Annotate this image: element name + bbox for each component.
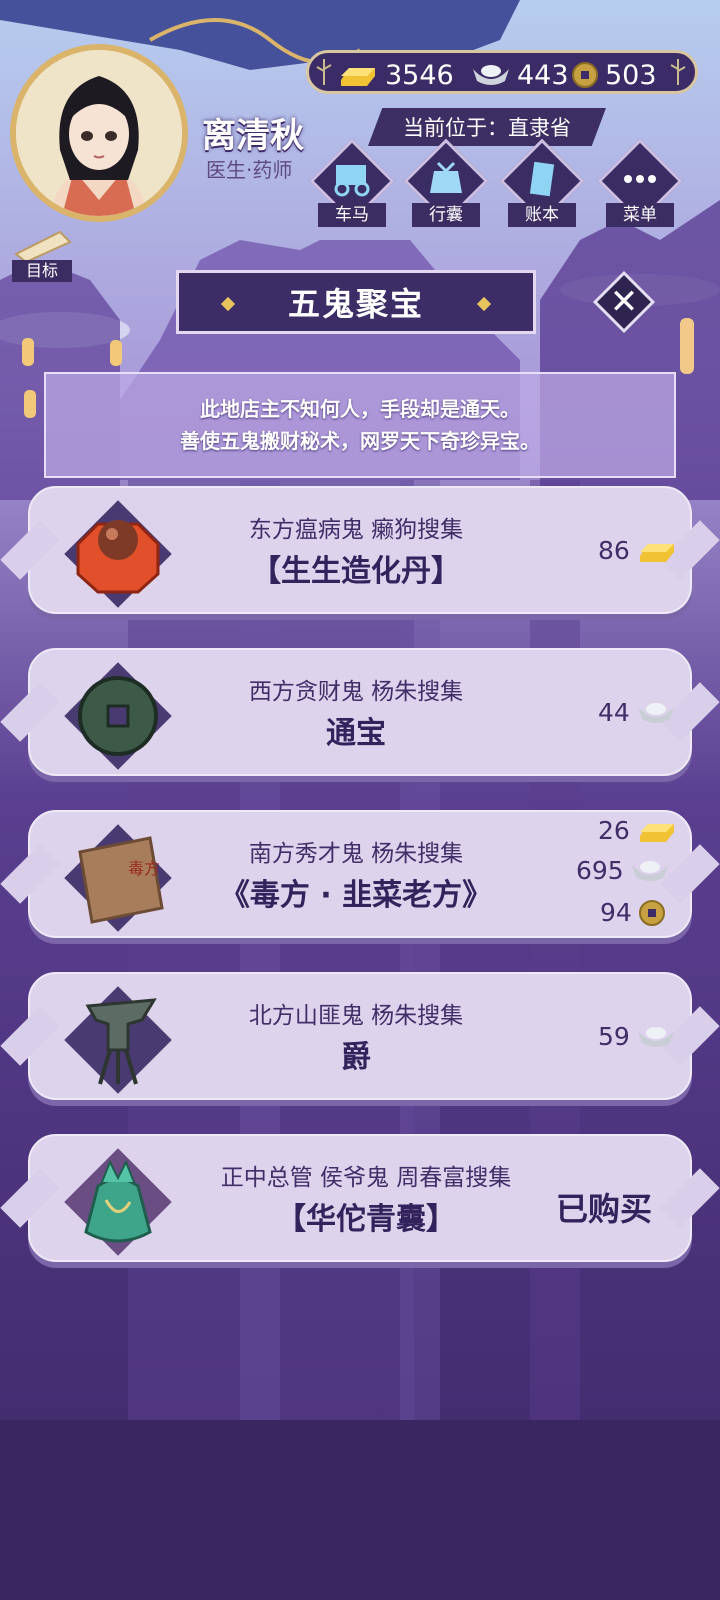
silver-ingot-icon — [637, 702, 674, 723]
price-amount: 86 — [598, 536, 630, 565]
shop-item[interactable]: 北方山匪鬼 杨朱搜集 爵 59 — [0, 972, 720, 1100]
gold-ingot-icon — [341, 68, 375, 86]
shop-item[interactable]: 毒方 南方秀才鬼 杨朱搜集 《毒方 · 韭菜老方》 26 695 94 — [0, 810, 720, 938]
gold-amount: 3546 — [385, 59, 454, 91]
bronze-vessel-icon — [58, 980, 178, 1100]
close-button[interactable]: ✕ — [592, 270, 656, 334]
shop-item[interactable]: 西方贪财鬼 杨朱搜集 通宝 44 — [0, 648, 720, 776]
coin-amount: 503 — [605, 59, 657, 91]
copper-coin-icon — [638, 899, 665, 926]
description-line-1: 此地店主不知何人，手段却是通天。 — [200, 397, 520, 421]
price-amount: 59 — [598, 1022, 630, 1051]
silver-ingot-icon — [637, 1026, 674, 1047]
currency-coin: 503 — [571, 57, 657, 93]
player-role: 医生·药师 — [206, 158, 293, 182]
item-name: 【生生造化丹】 — [251, 554, 461, 589]
portrait-image — [16, 50, 182, 216]
bamboo-left-icon — [316, 59, 332, 85]
shop-item[interactable]: 正中总管 侯爷鬼 周春富搜集 【华佗青囊】 已购买 — [0, 1134, 720, 1262]
menu-icon — [624, 175, 656, 183]
item-subtitle: 东方瘟病鬼 癞狗搜集 — [248, 517, 464, 543]
carriage-icon — [334, 165, 370, 197]
goal-button[interactable]: 目标 — [10, 228, 76, 284]
ledger-label: 账本 — [508, 203, 576, 227]
background — [0, 0, 720, 1600]
ledger-icon — [529, 161, 555, 197]
goal-label: 目标 — [12, 260, 72, 282]
coin-icon — [58, 656, 178, 776]
shop-description: 此地店主不知何人，手段却是通天。 善使五鬼搬财秘术，网罗天下奇珍异宝。 — [44, 372, 676, 478]
description-line-2: 善使五鬼搬财秘术，网罗天下奇珍异宝。 — [180, 429, 540, 453]
menu-label: 菜单 — [606, 203, 674, 227]
item-name: 爵 — [341, 1040, 371, 1075]
currency-silver: 443 — [471, 57, 569, 93]
currency-gold: 3546 — [337, 57, 454, 93]
gold-ingot-icon — [639, 823, 674, 842]
silver-ingot-icon — [631, 860, 668, 881]
item-name: 《毒方 · 韭菜老方》 — [219, 878, 493, 913]
carriage-label: 车马 — [318, 203, 386, 227]
price-amount: 26 — [598, 816, 630, 845]
bamboo-right-icon — [670, 59, 686, 85]
silver-amount: 443 — [517, 59, 569, 91]
price-amount: 44 — [598, 698, 630, 727]
copper-coin-icon — [572, 62, 598, 88]
shop-item[interactable]: 东方瘟病鬼 癞狗搜集 【生生造化丹】 86 — [0, 486, 720, 614]
bag-button[interactable]: 行囊 — [403, 138, 489, 229]
price-amount: 94 — [600, 898, 632, 927]
price-coin: 94 — [600, 898, 666, 927]
player-avatar[interactable] — [10, 44, 188, 222]
ledger-button[interactable]: 账本 — [499, 138, 585, 229]
scroll-text-icon: 毒方 — [128, 859, 160, 878]
scroll-goal-icon — [14, 230, 72, 264]
gold-ingot-icon — [639, 543, 674, 562]
shop-title: 五鬼聚宝 — [176, 270, 536, 334]
location-label: 当前位于：直隶省 — [368, 108, 606, 146]
item-subtitle: 正中总管 侯爷鬼 周春富搜集 — [220, 1165, 512, 1191]
price-silver: 695 — [576, 856, 670, 885]
item-subtitle: 南方秀才鬼 杨朱搜集 — [248, 841, 464, 867]
item-subtitle: 西方贪财鬼 杨朱搜集 — [248, 679, 464, 705]
bag-icon — [430, 161, 462, 193]
scroll-icon: 毒方 — [58, 818, 178, 938]
item-subtitle: 北方山匪鬼 杨朱搜集 — [248, 1003, 464, 1029]
menu-button[interactable]: 菜单 — [597, 138, 683, 229]
price-silver: 59 — [598, 1022, 676, 1051]
price-gold: 26 — [598, 816, 678, 845]
item-name: 通宝 — [326, 716, 386, 751]
currency-bar: 3546 443 503 — [306, 50, 698, 94]
bag-label: 行囊 — [412, 203, 480, 227]
price-gold: 86 — [598, 536, 678, 565]
player-name: 离清秋 — [202, 116, 304, 156]
silver-ingot-icon — [473, 65, 509, 85]
pouch-icon — [58, 1142, 178, 1262]
pill-box-icon — [58, 494, 178, 614]
item-name: 【华佗青囊】 — [276, 1202, 456, 1237]
shop-title-text: 五鬼聚宝 — [287, 285, 424, 323]
price-silver: 44 — [598, 698, 676, 727]
price-amount: 695 — [576, 856, 624, 885]
close-icon: ✕ — [609, 282, 639, 322]
carriage-button[interactable]: 车马 — [309, 138, 395, 229]
purchased-status: 已购买 — [556, 1190, 653, 1228]
